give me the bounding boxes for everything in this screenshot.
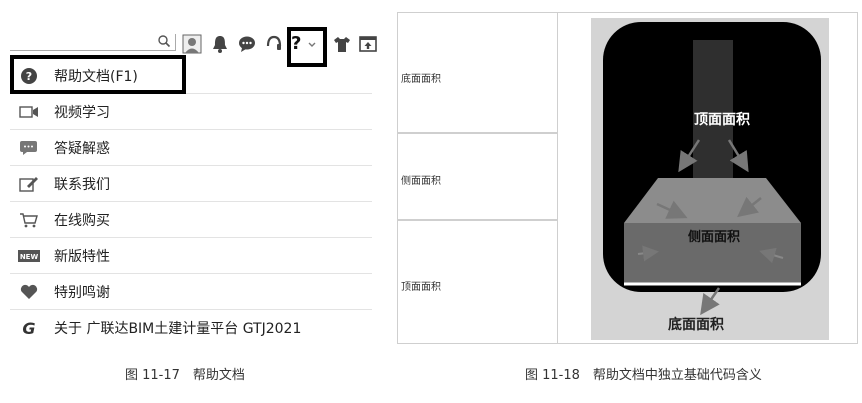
foundation-diagram: 顶面面积 侧面面积 底面面积 bbox=[603, 22, 821, 333]
menu-item-video-learning[interactable]: 视频学习 bbox=[10, 94, 372, 130]
edit-icon bbox=[18, 175, 40, 193]
menu-item-about[interactable]: G 关于 广联达BIM土建计量平台 GTJ2021 bbox=[10, 310, 372, 345]
search-icon[interactable] bbox=[157, 34, 171, 48]
help-menu: ? 帮助文档(F1) 视频学习 答疑解惑 联系我们 在线购买 NEW 新版特性 … bbox=[10, 58, 372, 345]
menu-item-label: 特别鸣谢 bbox=[54, 284, 110, 301]
table-row: 侧面面积 bbox=[397, 133, 558, 220]
table-row-label: 侧面面积 bbox=[401, 176, 441, 187]
menu-item-contact-us[interactable]: 联系我们 bbox=[10, 166, 372, 202]
shirt-icon[interactable] bbox=[332, 34, 352, 54]
g-logo-icon: G bbox=[18, 319, 40, 337]
new-badge-icon: NEW bbox=[18, 247, 40, 265]
help-menu-panel: ? ? 帮助文档(F1) 视频学习 答疑解惑 联系我们 在线购买 NEW 新版特… bbox=[0, 0, 385, 403]
side-face-label: 侧面面积 bbox=[688, 229, 740, 245]
headset-icon[interactable] bbox=[264, 34, 284, 54]
figure-caption-right: 图 11-18 帮助文档中独立基础代码含义 bbox=[525, 368, 762, 383]
menu-item-special-thanks[interactable]: 特别鸣谢 bbox=[10, 274, 372, 310]
table-row: 底面面积 bbox=[397, 12, 558, 133]
upload-window-icon[interactable] bbox=[358, 34, 378, 54]
table-row-label: 顶面面积 bbox=[401, 282, 441, 293]
menu-item-label: 关于 广联达BIM土建计量平台 GTJ2021 bbox=[54, 320, 302, 337]
menu-item-label: 答疑解惑 bbox=[54, 140, 110, 157]
help-doc-highlight-box bbox=[10, 55, 186, 94]
svg-text:G: G bbox=[22, 320, 35, 336]
menu-item-new-features[interactable]: NEW 新版特性 bbox=[10, 238, 372, 274]
menu-item-label: 新版特性 bbox=[54, 248, 110, 265]
table-row-label: 底面面积 bbox=[401, 74, 441, 85]
cart-icon bbox=[18, 211, 40, 229]
video-icon bbox=[18, 103, 40, 121]
menu-item-label: 联系我们 bbox=[54, 176, 110, 193]
figure-caption-left: 图 11-17 帮助文档 bbox=[125, 368, 245, 383]
search-input[interactable] bbox=[10, 34, 176, 51]
bottom-face-label: 底面面积 bbox=[668, 316, 724, 333]
chat-bubble-icon bbox=[18, 139, 40, 157]
top-face-label: 顶面面积 bbox=[694, 111, 750, 128]
avatar-icon[interactable] bbox=[182, 34, 202, 54]
heart-icon bbox=[18, 283, 40, 301]
chat-icon[interactable] bbox=[237, 34, 257, 54]
menu-item-label: 视频学习 bbox=[54, 104, 110, 121]
svg-text:NEW: NEW bbox=[20, 253, 39, 261]
menu-item-qa[interactable]: 答疑解惑 bbox=[10, 130, 372, 166]
bell-icon[interactable] bbox=[210, 34, 230, 54]
table-row: 顶面面积 bbox=[397, 220, 558, 344]
menu-item-label: 在线购买 bbox=[54, 212, 110, 229]
menu-item-online-purchase[interactable]: 在线购买 bbox=[10, 202, 372, 238]
